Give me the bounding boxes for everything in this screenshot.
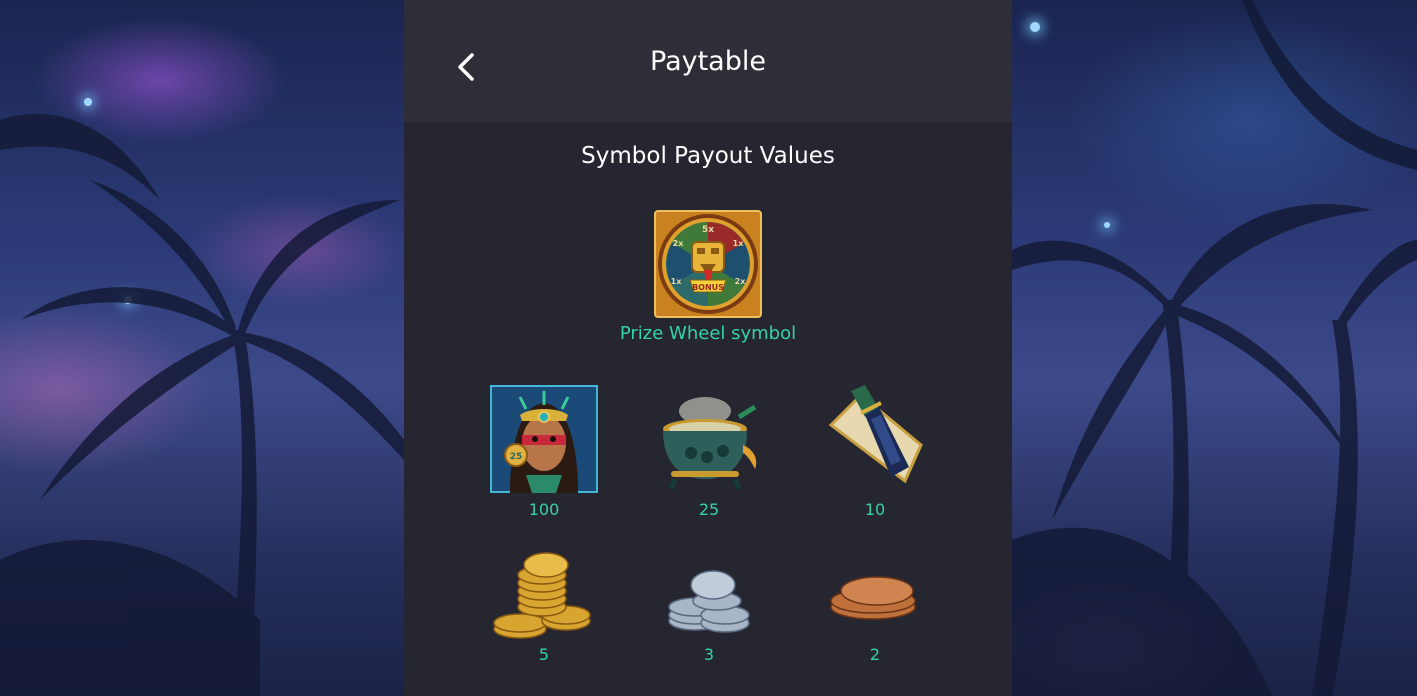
- wheel-label: 1x: [733, 239, 745, 248]
- cauldron-icon: [663, 397, 757, 490]
- palm-tree-silhouette-left: [0, 113, 404, 696]
- prize-wheel-label: Prize Wheel symbol: [619, 323, 797, 344]
- symbol-value: 5: [538, 645, 550, 664]
- palm-tree-silhouette-right: [1012, 0, 1417, 696]
- symbol-value: 2: [869, 645, 881, 664]
- symbol-value: 25: [698, 500, 720, 519]
- svg-text:25: 25: [510, 452, 523, 462]
- wheel-label: 1x: [671, 277, 683, 286]
- symbol-value: 10: [864, 500, 886, 519]
- wheel-label: 5x: [702, 225, 714, 235]
- symbol-value: 100: [528, 500, 560, 519]
- page-title: Paytable: [650, 46, 766, 77]
- obsidian-dagger-icon: [828, 385, 923, 484]
- panel-header: Paytable: [404, 0, 1012, 122]
- wheel-label: 2x: [673, 239, 685, 248]
- symbol-value: 3: [703, 645, 715, 664]
- silver-coins-icon: [668, 570, 750, 633]
- bronze-coins-icon: [830, 576, 916, 620]
- prize-wheel-icon: 5x 1x 2x 1x 2x BONUS: [654, 210, 762, 318]
- section-title: Symbol Payout Values: [581, 143, 835, 169]
- warrior-woman-icon: 25: [490, 385, 598, 493]
- wheel-label: 2x: [735, 277, 747, 286]
- paytable-panel: Paytable Symbol Payout Values 5x 1x 2x 1…: [404, 0, 1012, 696]
- gold-coins-icon: [493, 552, 591, 639]
- bonus-label: BONUS: [692, 283, 724, 292]
